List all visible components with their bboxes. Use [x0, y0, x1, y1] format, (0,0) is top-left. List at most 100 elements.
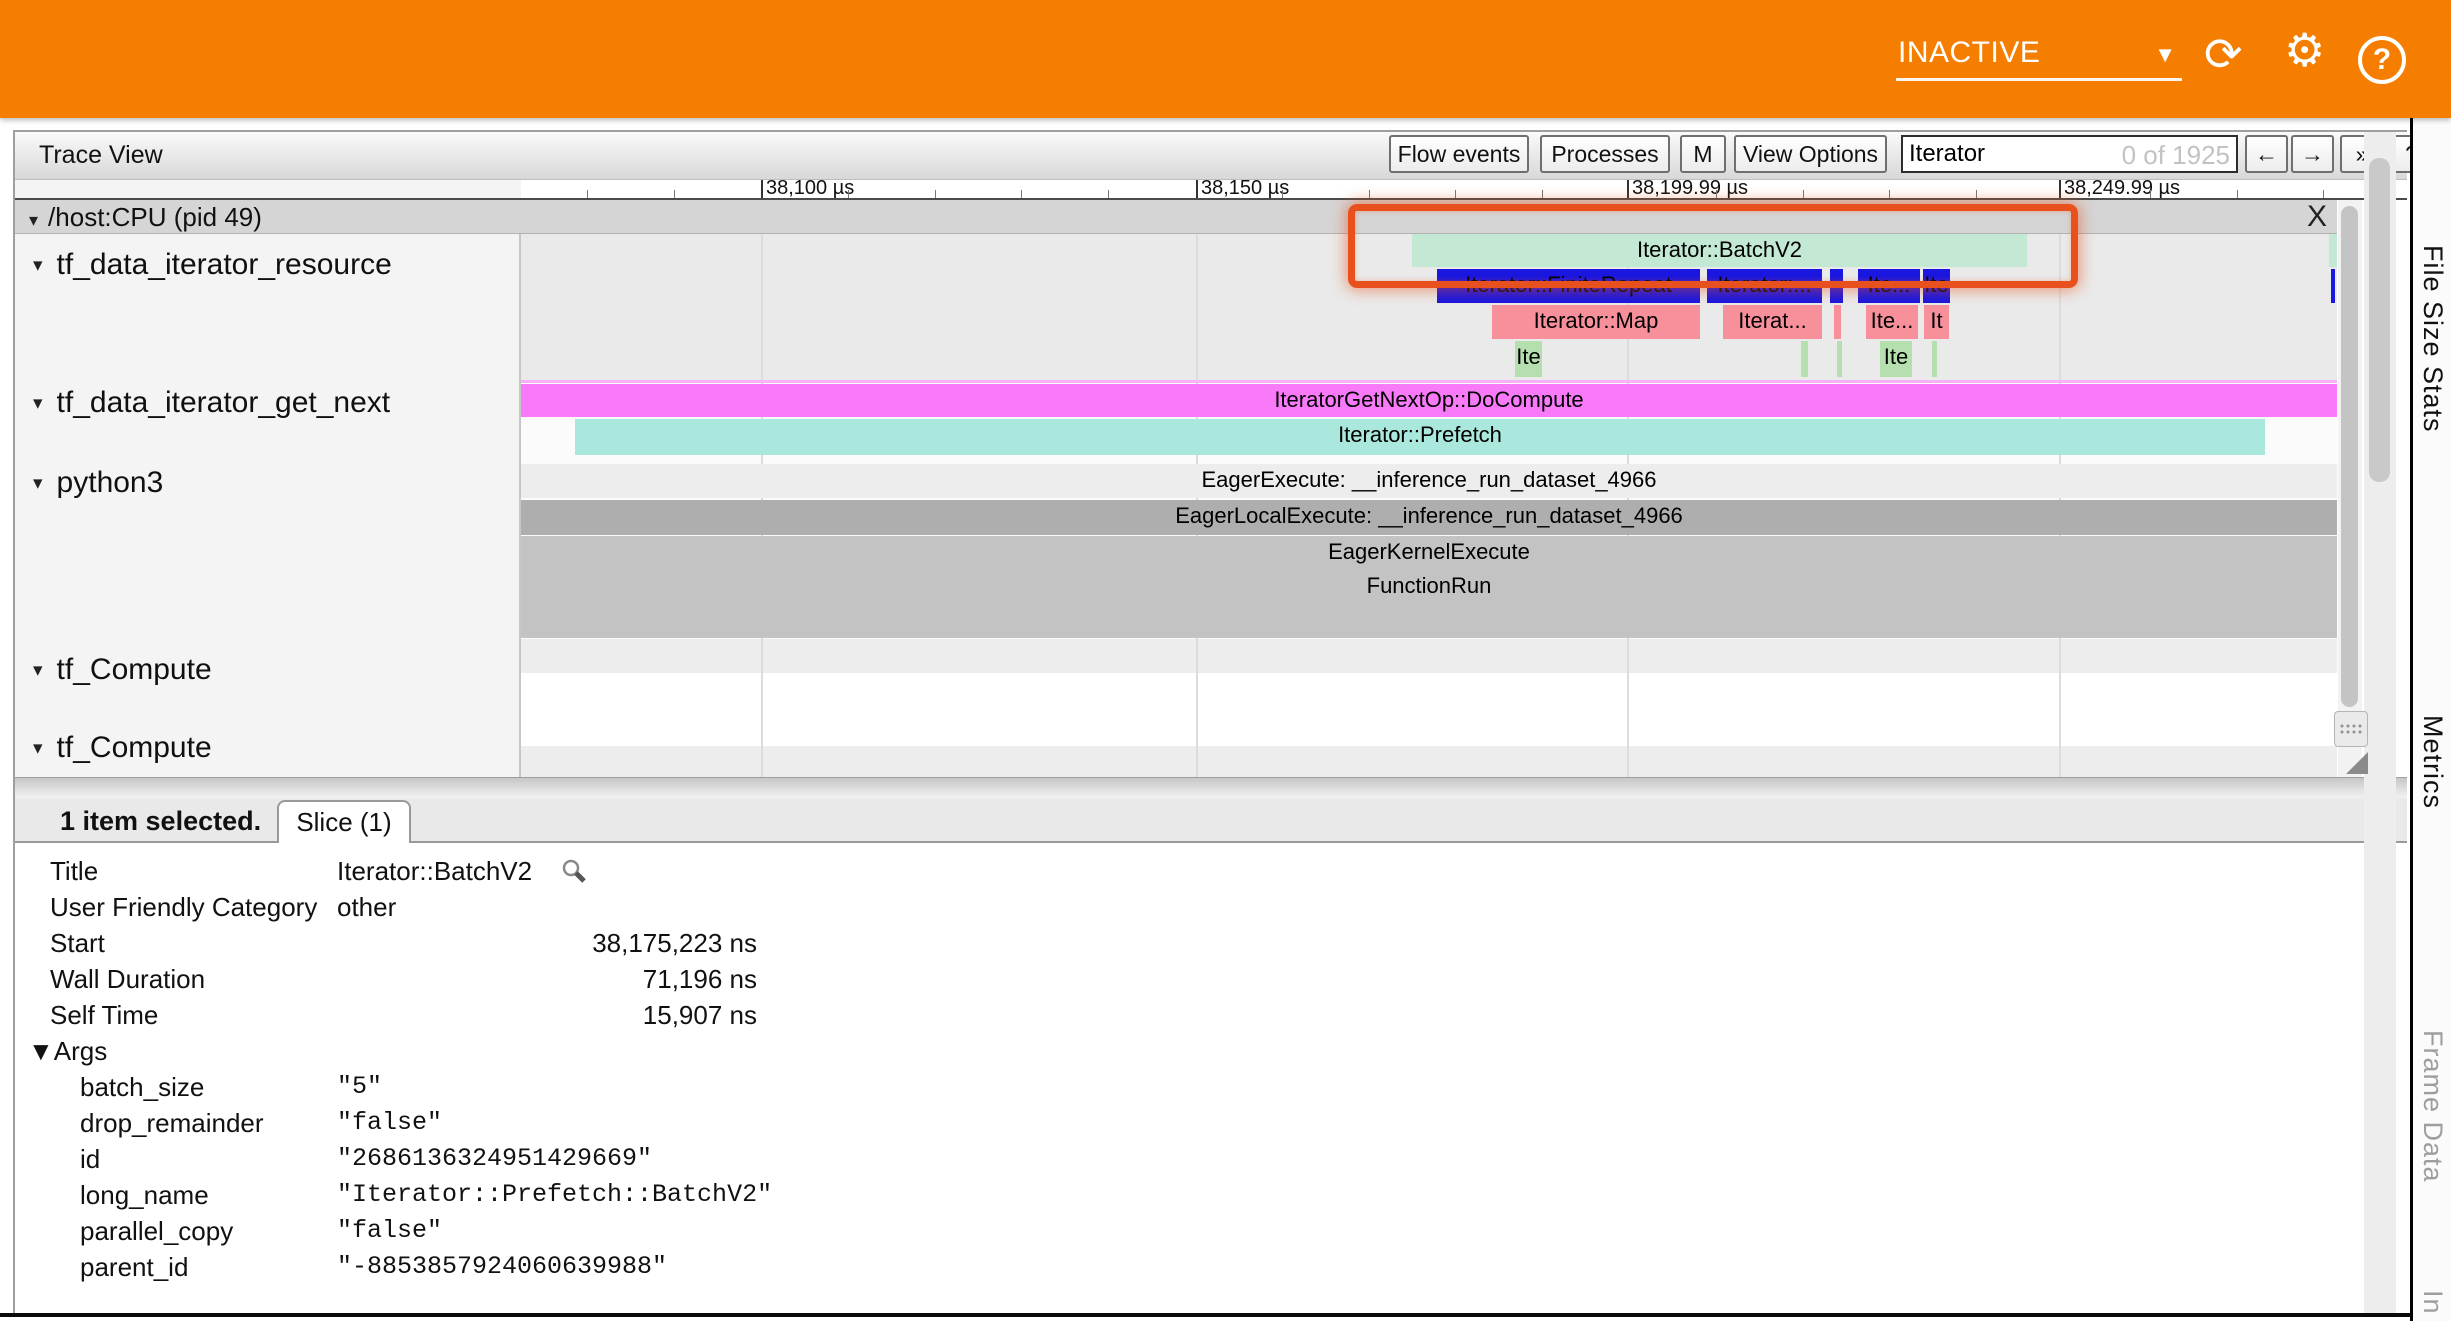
- trace-event[interactable]: Ite...: [1858, 269, 1920, 303]
- trace-event[interactable]: Iterator::BatchV2: [1412, 234, 2027, 267]
- axis-tick-label: 38,199.99 µs: [1632, 177, 1748, 200]
- trace-event[interactable]: [2329, 234, 2337, 267]
- search-input[interactable]: [1903, 137, 2141, 171]
- detail-row: Wall Duration71,196 ns: [15, 961, 2407, 997]
- gear-icon[interactable]: ⚙: [2284, 24, 2325, 76]
- trace-event[interactable]: [521, 604, 2337, 638]
- trace-event[interactable]: [2331, 269, 2335, 303]
- resize-corner-icon[interactable]: [2346, 752, 2368, 774]
- track-label-0[interactable]: ▾ tf_data_iterator_resource: [33, 248, 392, 282]
- axis-minor-tick: [1369, 190, 1370, 198]
- args-section-header[interactable]: ▼Args: [15, 1033, 2407, 1069]
- arg-row: parent_id "-8853857924060639988": [15, 1249, 2407, 1285]
- details-tabbar: 1 item selected. Slice (1): [15, 797, 2407, 843]
- arg-value: "5": [337, 1069, 382, 1105]
- axis-minor-tick: [2323, 190, 2324, 198]
- tab-slice[interactable]: Slice (1): [277, 800, 411, 843]
- toolbar-button-processes[interactable]: Processes: [1540, 135, 1670, 173]
- track-label-1[interactable]: ▾tf_data_iterator_get_next: [33, 386, 390, 420]
- detail-value: Iterator::BatchV2: [337, 853, 532, 889]
- arg-value: "-8853857924060639988": [337, 1249, 667, 1285]
- axis-minor-tick: [1282, 190, 1283, 198]
- search-result-count: 0 of 1925: [2122, 140, 2230, 171]
- close-section-button[interactable]: X: [2307, 200, 2327, 234]
- track-label-3[interactable]: ▾tf_Compute: [33, 653, 212, 687]
- sidebar-tab-frame-data[interactable]: Frame Data: [2417, 1030, 2448, 1183]
- axis-minor-tick: [1716, 190, 1717, 198]
- trace-event[interactable]: [1834, 305, 1841, 339]
- trace-event[interactable]: IteratorGetNextOp::DoCompute: [521, 384, 2337, 417]
- axis-minor-tick: [674, 190, 675, 198]
- grip-dots-icon: [2339, 723, 2363, 735]
- trace-event[interactable]: Iterator::Map: [1492, 305, 1700, 339]
- run-status-select[interactable]: INACTIVE ▼: [1896, 30, 2182, 81]
- track-label-4[interactable]: ▾ tf_Compute: [33, 731, 212, 765]
- arg-label: parent_id: [80, 1249, 188, 1285]
- refresh-icon[interactable]: ⟳: [2204, 28, 2243, 80]
- detail-value: 71,196 ns: [337, 961, 757, 997]
- app-header: INACTIVE ▼ ⟳ ⚙ ?: [0, 0, 2451, 118]
- selection-summary: 1 item selected.: [60, 806, 261, 837]
- search-box: 0 of 1925: [1901, 135, 2238, 173]
- axis-minor-tick: [1108, 190, 1109, 198]
- sidebar-tab-in[interactable]: In: [2417, 1290, 2448, 1315]
- trace-event[interactable]: [1830, 269, 1843, 303]
- trace-event[interactable]: Ite...: [1866, 305, 1918, 339]
- toolbar-button-m[interactable]: M: [1680, 135, 1726, 173]
- find-next-button[interactable]: →: [2291, 135, 2334, 173]
- track-name: tf_data_iterator_get_next: [57, 386, 391, 419]
- trace-event[interactable]: EagerExecute: __inference_run_dataset_49…: [521, 464, 2337, 498]
- horizontal-scrollbar[interactable]: [15, 777, 2407, 798]
- track-name: python3: [57, 466, 164, 499]
- trace-event[interactable]: It: [1924, 305, 1949, 339]
- detail-row: Start38,175,223 ns: [15, 925, 2407, 961]
- toolbar-button-flow-events[interactable]: Flow events: [1389, 135, 1529, 173]
- track-background-band: [521, 639, 2337, 673]
- trace-event[interactable]: Iterator::FiniteRepeat: [1437, 269, 1700, 303]
- help-icon[interactable]: ?: [2358, 36, 2406, 84]
- arg-label: id: [80, 1141, 100, 1177]
- sidebar-tab-metrics[interactable]: Metrics: [2417, 715, 2448, 809]
- trace-event[interactable]: Iterator::Prefetch: [575, 419, 2265, 455]
- arg-value: "false": [337, 1213, 442, 1249]
- trace-event[interactable]: EagerKernelExecute: [521, 536, 2337, 570]
- tool-sidebar: File Size Stats Metrics Frame Data In: [2410, 118, 2451, 1321]
- track-name: tf_Compute: [57, 731, 212, 764]
- detail-row: User Friendly Categoryother: [15, 889, 2407, 925]
- toolbar-button-view-options[interactable]: View Options: [1734, 135, 1887, 173]
- track-background-band: [521, 746, 2337, 777]
- collapse-arrow-icon: ▾: [33, 473, 43, 494]
- cpu-section-label: ▾/host:CPU (pid 49): [29, 202, 262, 233]
- trace-event[interactable]: Ite: [1880, 341, 1912, 377]
- arg-value: "Iterator::Prefetch::BatchV2": [337, 1177, 772, 1213]
- trace-event[interactable]: Ite: [1515, 341, 1542, 377]
- collapse-arrow-icon: ▾: [33, 738, 43, 759]
- inner-scrollbar-thumb[interactable]: [2341, 206, 2358, 707]
- trace-event[interactable]: [1837, 341, 1842, 377]
- axis-minor-tick: [1889, 190, 1890, 198]
- drag-handle[interactable]: [2334, 711, 2368, 747]
- trace-event[interactable]: EagerLocalExecute: __inference_run_datas…: [521, 500, 2337, 535]
- outer-scrollbar-thumb[interactable]: [2369, 158, 2390, 482]
- trace-event[interactable]: [521, 380, 2337, 383]
- arg-row: long_name"Iterator::Prefetch::BatchV2": [15, 1177, 2407, 1213]
- trace-event[interactable]: [1932, 341, 1937, 377]
- detail-value: other: [337, 889, 396, 925]
- track-name: tf_Compute: [57, 653, 212, 686]
- track-name: tf_data_iterator_resource: [57, 248, 392, 281]
- trace-event[interactable]: [1801, 341, 1808, 377]
- trace-event[interactable]: Ite: [1923, 269, 1950, 303]
- axis-tick-label: 38,100 µs: [766, 177, 854, 200]
- cpu-section-header: ▾/host:CPU (pid 49) X: [15, 200, 2337, 234]
- track-label-2[interactable]: ▾ python3: [33, 466, 163, 500]
- collapse-arrow-icon: ▾: [33, 255, 43, 276]
- trace-event[interactable]: Iterat...: [1723, 305, 1822, 339]
- trace-event[interactable]: FunctionRun: [521, 570, 2337, 604]
- trace-event[interactable]: Iterator:...: [1707, 269, 1822, 303]
- axis-major-tick: [761, 178, 763, 198]
- find-previous-button[interactable]: ←: [2245, 135, 2288, 173]
- arg-row: parallel_copy"false": [15, 1213, 2407, 1249]
- sidebar-tab-file-size-stats[interactable]: File Size Stats: [2417, 245, 2448, 433]
- axis-minor-tick: [1455, 190, 1456, 198]
- axis-minor-tick: [2150, 190, 2151, 198]
